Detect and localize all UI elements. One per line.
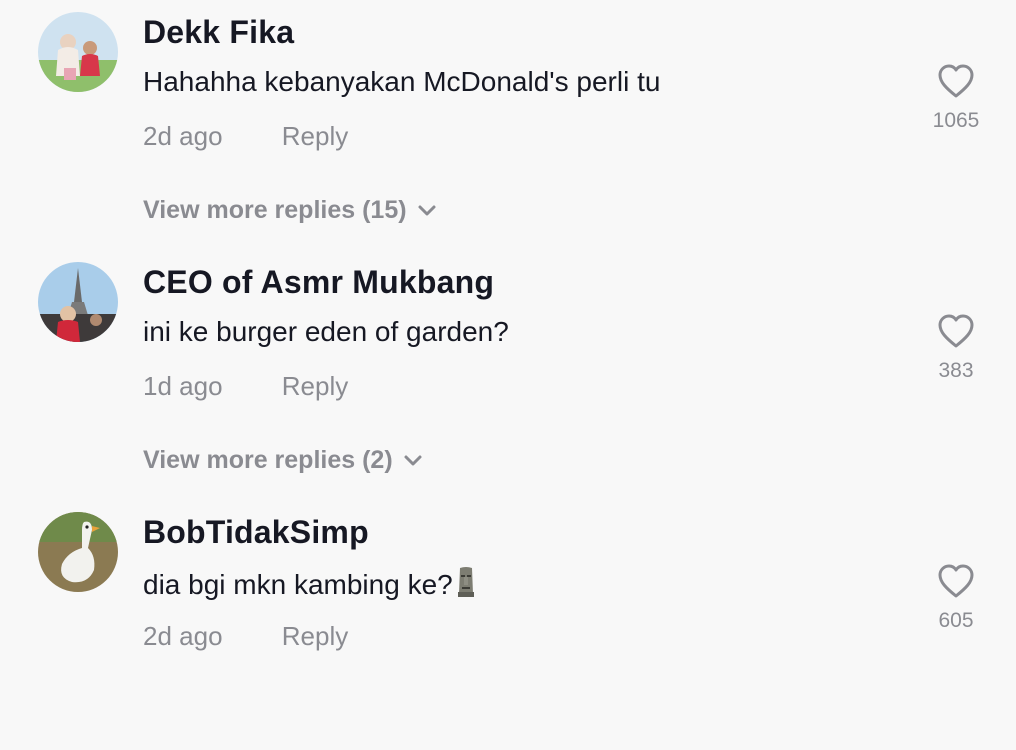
comment-item: BobTidakSimp dia bgi mkn kambing ke? 2d …	[0, 500, 1016, 750]
heart-icon	[938, 564, 974, 598]
comment-meta: 1d ago Reply	[143, 371, 348, 402]
comment-username[interactable]: BobTidakSimp	[143, 514, 369, 551]
user-avatar[interactable]	[38, 512, 118, 592]
comment-time: 2d ago	[143, 121, 223, 151]
chevron-down-icon	[418, 205, 436, 216]
like-count: 383	[938, 359, 974, 382]
view-more-replies[interactable]: View more replies (2)	[143, 446, 423, 475]
heart-icon	[938, 64, 974, 98]
view-more-label: View more replies (15)	[143, 196, 407, 224]
comment-item: Dekk Fika Hahahha kebanyakan McDonald's …	[0, 0, 1016, 250]
comment-username[interactable]: CEO of Asmr Mukbang	[143, 264, 494, 301]
comment-item: CEO of Asmr Mukbang ini ke burger eden o…	[0, 250, 1016, 500]
like-button[interactable]: 1065	[920, 63, 992, 133]
comment-time: 1d ago	[143, 371, 223, 401]
reply-button[interactable]: Reply	[282, 371, 348, 401]
like-count: 605	[938, 609, 974, 632]
reply-button[interactable]: Reply	[282, 621, 348, 651]
comment-meta: 2d ago Reply	[143, 121, 348, 152]
user-avatar[interactable]	[38, 12, 118, 92]
chevron-down-icon	[404, 455, 422, 466]
like-button[interactable]: 605	[920, 563, 992, 633]
view-more-replies[interactable]: View more replies (15)	[143, 196, 437, 225]
moai-emoji	[457, 567, 474, 597]
like-count: 1065	[932, 109, 980, 132]
like-button[interactable]: 383	[920, 313, 992, 383]
heart-icon	[938, 314, 974, 348]
comment-text: ini ke burger eden of garden?	[143, 316, 509, 347]
comment-meta: 2d ago Reply	[143, 621, 348, 652]
comment-text-body: dia bgi mkn kambing ke?	[143, 569, 453, 600]
view-more-label: View more replies (2)	[143, 446, 393, 474]
comment-text: Hahahha kebanyakan McDonald's perli tu	[143, 66, 661, 97]
comment-text: dia bgi mkn kambing ke?	[143, 566, 477, 601]
reply-button[interactable]: Reply	[282, 121, 348, 151]
comment-username[interactable]: Dekk Fika	[143, 14, 294, 51]
user-avatar[interactable]	[38, 262, 118, 342]
comment-time: 2d ago	[143, 621, 223, 651]
